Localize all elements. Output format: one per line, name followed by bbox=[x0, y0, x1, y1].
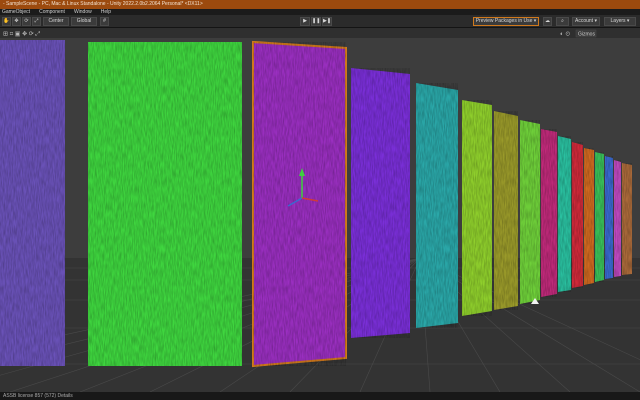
search-icon[interactable]: ⌕ bbox=[556, 17, 569, 26]
status-bar: ASSB license 857 (572) Details bbox=[0, 392, 640, 400]
window-title: - SampleScene - PC, Mac & Linux Standalo… bbox=[3, 1, 203, 7]
panel-pink-noise-texture bbox=[614, 160, 621, 277]
move-tool-button[interactable]: ✥ bbox=[12, 17, 21, 26]
panel-violet-noise-texture bbox=[351, 68, 410, 338]
hand-tool-button[interactable]: ✋ bbox=[2, 17, 11, 26]
center-label: Center bbox=[48, 18, 64, 24]
account-dropdown[interactable]: Account ▾ bbox=[572, 17, 600, 26]
layers-dropdown[interactable]: Layers ▾ bbox=[604, 17, 636, 26]
panel-blue-noise-texture bbox=[605, 156, 613, 279]
main-toolbar: ✋ ✥ ⟳ ⤢ Center Global # ▶ ❚❚ ▶❚ Preview … bbox=[0, 15, 640, 28]
scene-view[interactable]: ⊞ ⌗ ▣ ✥ ⟳ ⤢ ◐ ⊙ Gizmos bbox=[0, 28, 640, 392]
layers-label: Layers bbox=[610, 18, 626, 24]
step-button[interactable]: ▶❚ bbox=[322, 17, 332, 26]
grid-snap-icon[interactable]: # bbox=[100, 17, 109, 26]
panel-far-noise-texture bbox=[622, 163, 632, 275]
status-text: ASSB license 857 (572) Details bbox=[3, 393, 73, 399]
panel-magenta-noise-texture bbox=[541, 129, 557, 297]
scene-viewport[interactable]: ⊞ ⌗ ▣ ✥ ⟳ ⤢ ◐ ⊙ Gizmos bbox=[0, 28, 640, 392]
panel-yellow-green-noise-texture bbox=[462, 100, 492, 316]
pivot-global-toggle[interactable]: Global bbox=[71, 17, 97, 26]
preview-packages-label: Preview Packages in Use bbox=[475, 18, 533, 24]
pause-button[interactable]: ❚❚ bbox=[311, 17, 321, 26]
panel-selected-purple-noise-texture bbox=[253, 42, 346, 366]
panel-red-noise-texture bbox=[572, 142, 583, 288]
window-title-bar: - SampleScene - PC, Mac & Linux Standalo… bbox=[0, 0, 640, 9]
cloud-icon[interactable]: ☁ bbox=[543, 17, 552, 26]
panel-lime-noise-texture bbox=[520, 120, 540, 304]
pivot-center-toggle[interactable]: Center bbox=[43, 17, 69, 26]
panel-orange-noise-texture bbox=[584, 148, 594, 285]
panel-green-2-noise-texture bbox=[595, 152, 604, 282]
panel-purple-left-noise-texture bbox=[0, 40, 65, 366]
scene-overlay-icons[interactable]: ◐ ⊙ bbox=[560, 32, 570, 38]
play-button[interactable]: ▶ bbox=[300, 17, 310, 26]
panel-olive-noise-texture bbox=[494, 111, 518, 310]
scale-tool-button[interactable]: ⤢ bbox=[32, 17, 41, 26]
panel-cyan-noise-texture bbox=[416, 83, 458, 328]
panel-teal-noise-texture bbox=[558, 136, 571, 292]
panel-green-noise-texture bbox=[88, 42, 242, 366]
scene-view-toolbar bbox=[0, 28, 640, 38]
scene-tools-icons[interactable]: ⊞ ⌗ ▣ ✥ ⟳ ⤢ bbox=[3, 31, 40, 38]
global-label: Global bbox=[76, 18, 92, 24]
rotate-tool-button[interactable]: ⟳ bbox=[22, 17, 31, 26]
preview-packages-dropdown[interactable]: Preview Packages in Use ▾ bbox=[473, 17, 539, 26]
gizmos-label: Gizmos bbox=[578, 32, 595, 38]
account-label: Account bbox=[575, 18, 594, 24]
